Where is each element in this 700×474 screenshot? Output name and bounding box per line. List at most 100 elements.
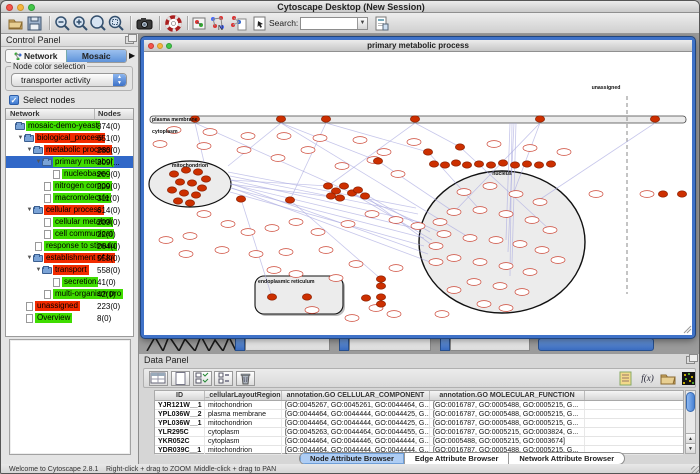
layout-network-b-icon[interactable] xyxy=(230,15,247,32)
network-node-selected[interactable] xyxy=(167,187,176,193)
network-node-selected[interactable] xyxy=(510,162,519,168)
network-edge[interactable] xyxy=(415,123,460,147)
table-cell[interactable]: [GO:0044464, GO:0044444, GO:0044425, G..… xyxy=(282,410,430,418)
network-node[interactable] xyxy=(499,263,513,270)
column-header-molecular-function[interactable]: annotation.GO MOLECULAR_FUNCTION xyxy=(430,391,585,400)
network-node[interactable] xyxy=(489,237,503,244)
network-node[interactable] xyxy=(311,229,325,236)
zoom-in-icon[interactable] xyxy=(72,15,89,32)
background-window-titlebar[interactable] xyxy=(538,338,654,351)
network-node[interactable] xyxy=(433,219,447,226)
network-node[interactable] xyxy=(477,301,491,308)
network-node[interactable] xyxy=(179,251,193,258)
table-cell[interactable]: YKR052C xyxy=(155,437,205,445)
network-node-selected[interactable] xyxy=(361,295,370,301)
zoom-selected-icon[interactable] xyxy=(108,15,125,32)
background-window[interactable] xyxy=(235,338,245,351)
table-cell[interactable]: YPL036W__1 xyxy=(155,419,205,427)
network-node-selected[interactable] xyxy=(410,116,419,122)
table-cell[interactable]: cytoplasm xyxy=(205,437,282,445)
notes-icon[interactable] xyxy=(618,371,635,386)
network-node[interactable] xyxy=(241,229,255,236)
layout-network-a-icon[interactable]: N xyxy=(209,15,226,32)
tab-node-attribute-browser[interactable]: Node Attribute Browser xyxy=(300,453,405,464)
network-node[interactable] xyxy=(159,237,173,244)
tab-network[interactable]: Network xyxy=(6,50,66,62)
network-node-selected[interactable] xyxy=(335,195,344,201)
network-node[interactable] xyxy=(341,221,355,228)
network-node[interactable] xyxy=(533,199,547,206)
manual-layout-icon[interactable] xyxy=(251,15,268,32)
network-node[interactable] xyxy=(349,261,363,268)
network-window-titlebar[interactable]: primary metabolic process xyxy=(144,40,692,52)
network-node[interactable] xyxy=(289,271,303,278)
network-node-selected[interactable] xyxy=(376,294,385,300)
snapshot-icon[interactable] xyxy=(136,15,153,32)
network-node[interactable] xyxy=(377,149,391,156)
table-cell[interactable]: [GO:0016787, GO:0005488, GO:0005215, G..… xyxy=(430,419,585,427)
network-node[interactable] xyxy=(525,217,539,224)
table-cell[interactable]: YPL036W__2 xyxy=(155,410,205,418)
network-node-selected[interactable] xyxy=(373,158,382,164)
create-attribute-icon[interactable] xyxy=(171,371,190,386)
table-row[interactable]: YPL036W__1mitochondrion[GO:0044464, GO:0… xyxy=(155,419,683,428)
search-input[interactable]: ▼ xyxy=(300,17,368,30)
select-nodes-checkbox[interactable]: ✓ xyxy=(9,95,19,105)
network-node[interactable] xyxy=(429,243,443,250)
tree-row[interactable]: ▼cellular process614(0) xyxy=(6,204,133,216)
table-row[interactable]: YKR052Ccytoplasm[GO:0044464, GO:0044446,… xyxy=(155,437,683,446)
network-node[interactable] xyxy=(387,311,401,318)
network-node-selected[interactable] xyxy=(474,161,483,167)
tree-row[interactable]: secretion41(0) xyxy=(6,276,133,288)
network-node[interactable] xyxy=(487,141,501,148)
column-header-region[interactable]: _cellularLayoutRegion xyxy=(205,391,282,400)
scrollbar-thumb[interactable] xyxy=(686,392,695,412)
network-node-selected[interactable] xyxy=(429,161,438,167)
network-node-selected[interactable] xyxy=(535,116,544,122)
delete-attribute-icon[interactable] xyxy=(236,371,255,386)
network-node[interactable] xyxy=(407,139,421,146)
network-node-selected[interactable] xyxy=(302,294,311,300)
canvas-resize-grip[interactable] xyxy=(684,326,691,333)
network-node-selected[interactable] xyxy=(276,116,285,122)
network-node[interactable] xyxy=(279,249,293,256)
expander-icon[interactable]: ▼ xyxy=(26,255,33,261)
network-node-selected[interactable] xyxy=(534,162,543,168)
network-node-selected[interactable] xyxy=(650,116,659,122)
network-node[interactable] xyxy=(389,265,403,272)
network-node-selected[interactable] xyxy=(173,198,182,204)
save-icon[interactable] xyxy=(26,15,43,32)
tree-row[interactable]: mosaic-demo-yeast874(0) xyxy=(6,120,133,132)
network-node-selected[interactable] xyxy=(546,161,555,167)
network-node[interactable] xyxy=(473,207,487,214)
resize-grip[interactable] xyxy=(691,466,700,474)
tree-row[interactable]: ▼primary metabol209(... xyxy=(6,156,133,168)
network-node-selected[interactable] xyxy=(267,294,276,300)
network-canvas[interactable]: plasma membranecytoplasmmitochondrionnuc… xyxy=(144,52,692,335)
network-edge[interactable] xyxy=(326,123,428,152)
network-node[interactable] xyxy=(535,247,549,254)
table-cell[interactable]: [GO:0045263, GO:0044464, GO:0044455, G..… xyxy=(282,428,430,436)
table-cell[interactable]: [GO:0044464, GO:0044446, GO:0044444, G..… xyxy=(282,437,430,445)
network-node[interactable] xyxy=(391,171,405,178)
help-icon[interactable] xyxy=(165,15,182,32)
tree-row[interactable]: response to stimulu264(0) xyxy=(6,240,133,252)
network-node[interactable] xyxy=(153,141,167,148)
tree-row[interactable]: cell communicat22(0) xyxy=(6,228,133,240)
network-node[interactable] xyxy=(265,225,279,232)
attribute-batch-icon[interactable] xyxy=(193,371,212,386)
network-node[interactable] xyxy=(271,155,285,162)
table-cell[interactable]: [GO:0016787, GO:0005488, GO:0005215, G..… xyxy=(430,410,585,418)
network-node[interactable] xyxy=(543,227,557,234)
network-node[interactable] xyxy=(197,143,211,150)
network-node[interactable] xyxy=(551,257,565,264)
formula-icon[interactable]: f(x) xyxy=(639,371,656,386)
network-node[interactable] xyxy=(523,145,537,152)
network-node-selected[interactable] xyxy=(451,160,460,166)
background-window[interactable] xyxy=(339,338,349,351)
network-node-selected[interactable] xyxy=(360,193,369,199)
zoom-out-icon[interactable] xyxy=(54,15,71,32)
network-node[interactable] xyxy=(277,133,291,140)
network-node[interactable] xyxy=(221,221,235,228)
network-node-selected[interactable] xyxy=(197,185,206,191)
